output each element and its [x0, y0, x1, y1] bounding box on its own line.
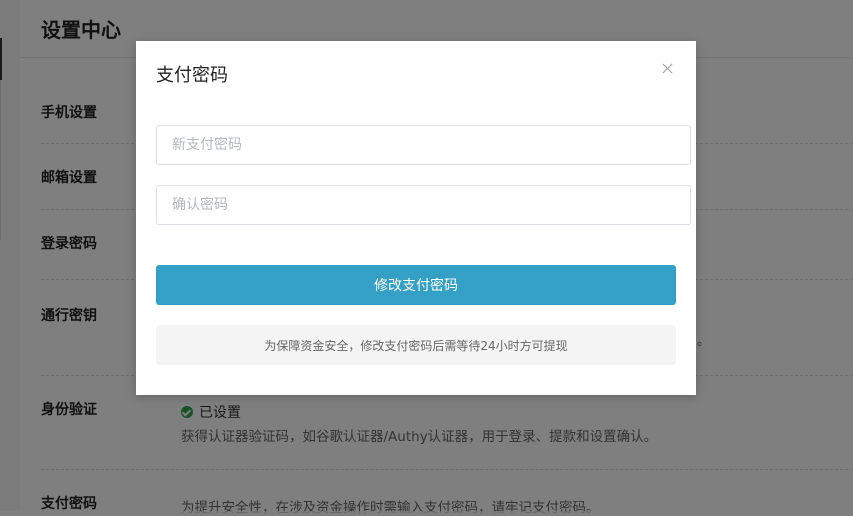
change-pay-password-button[interactable]: 修改支付密码 [156, 265, 676, 305]
security-notice-text: 为保障资金安全，修改支付密码后需等待24小时方可提现 [264, 338, 568, 353]
close-icon[interactable] [658, 59, 678, 79]
new-pay-password-input[interactable] [156, 125, 691, 165]
confirm-password-input[interactable] [156, 185, 691, 225]
pay-password-dialog: 支付密码 修改支付密码 为保障资金安全，修改支付密码后需等待24小时方可提现 [136, 41, 696, 395]
security-notice: 为保障资金安全，修改支付密码后需等待24小时方可提现 [156, 325, 676, 365]
dialog-title: 支付密码 [156, 65, 228, 86]
